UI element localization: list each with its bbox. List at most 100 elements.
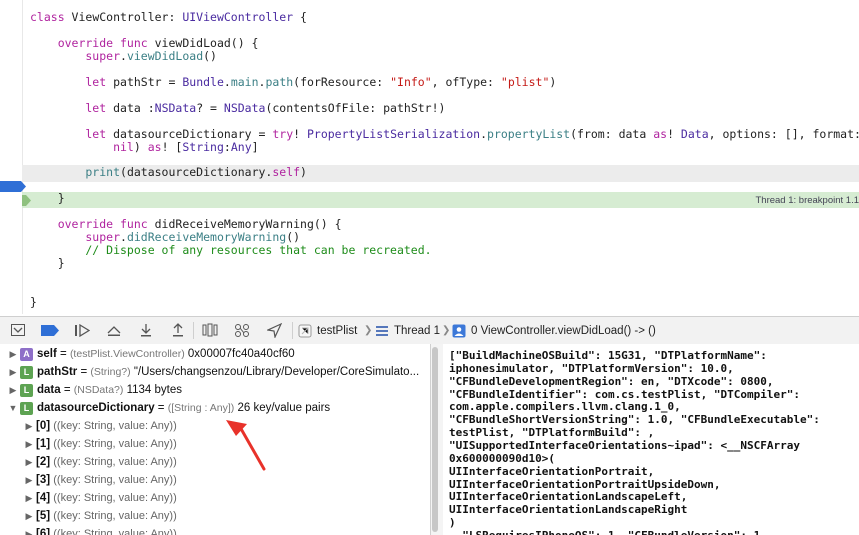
variable-kind-badge-icon: A bbox=[20, 347, 33, 361]
code-token: ) bbox=[549, 74, 557, 89]
console-line: ) bbox=[449, 516, 456, 530]
code-editor[interactable]: Thread 1: breakpoint 1.1 class ViewContr… bbox=[0, 0, 859, 314]
code-token: path bbox=[265, 74, 294, 89]
variable-type: (testPlist.ViewController) bbox=[69, 348, 185, 360]
disclosure-triangle-icon[interactable]: ▶ bbox=[8, 385, 18, 396]
breadcrumb-thread-label: Thread 1 bbox=[394, 324, 441, 337]
disclosure-triangle-icon[interactable]: ▶ bbox=[24, 475, 34, 486]
dictionary-entry-row[interactable]: ▶ [5] ((key: String, value: Any)) bbox=[24, 507, 177, 525]
dictionary-entry-row[interactable]: ▶ [6] ((key: String, value: Any)) bbox=[24, 525, 177, 535]
variable-row[interactable]: ▼ LdatasourceDictionary = ([String : Any]… bbox=[8, 399, 330, 417]
breakpoint-toggle-icon[interactable] bbox=[40, 321, 60, 339]
variable-type: ([String : Any]) bbox=[167, 402, 235, 414]
code-token: as bbox=[147, 139, 162, 154]
disclosure-triangle-icon[interactable]: ▶ bbox=[24, 529, 34, 535]
toolbar-separator bbox=[292, 322, 293, 339]
code-token: main bbox=[230, 74, 259, 89]
code-line: } bbox=[30, 256, 65, 271]
code-token: . bbox=[120, 48, 127, 63]
dictionary-entry-row[interactable]: ▶ [4] ((key: String, value: Any)) bbox=[24, 489, 177, 507]
dictionary-entry-row[interactable]: ▶ [0] ((key: String, value: Any)) bbox=[24, 417, 177, 435]
code-line: let pathStr = Bundle.main.path(forResour… bbox=[30, 75, 556, 90]
code-token: ViewController: bbox=[64, 10, 183, 24]
variable-equals: = bbox=[77, 366, 91, 378]
step-out-icon[interactable] bbox=[168, 321, 188, 339]
breadcrumb-thread[interactable]: Thread 1 bbox=[375, 322, 440, 339]
dictionary-entry-row[interactable]: ▶ [3] ((key: String, value: Any)) bbox=[24, 471, 177, 489]
code-token: viewDidLoad() { bbox=[147, 35, 259, 50]
code-token: NSData bbox=[154, 100, 197, 115]
variables-view[interactable]: ▶ Aself = (testPlist.ViewController) 0x00… bbox=[0, 344, 430, 535]
entry-index: [4] bbox=[36, 492, 51, 504]
console-line: "CFBundleDevelopmentRegion": en, "DTXcod… bbox=[449, 374, 774, 388]
variable-type: (NSData?) bbox=[73, 384, 124, 396]
view-hierarchy-icon[interactable] bbox=[200, 321, 220, 339]
dictionary-entry-row[interactable]: ▶ [1] ((key: String, value: Any)) bbox=[24, 435, 177, 453]
disclosure-triangle-icon[interactable]: ▶ bbox=[24, 493, 34, 504]
console-line: UIInterfaceOrientationLandscapeLeft, bbox=[449, 490, 688, 504]
code-token: try bbox=[272, 126, 294, 141]
variable-row[interactable]: ▶ LpathStr = (String?) "/Users/changsenzo… bbox=[8, 363, 419, 381]
console-line: "UISupportedInterfaceOrientations~ipad":… bbox=[449, 438, 800, 452]
code-token: super bbox=[30, 230, 121, 245]
console-output[interactable]: ["BuildMachineOSBuild": 15G31, "DTPlatfo… bbox=[443, 344, 859, 535]
breadcrumb-app[interactable]: testPlist bbox=[298, 322, 357, 339]
code-token: class bbox=[30, 10, 65, 24]
code-token: // Dispose of any resources that can be … bbox=[30, 243, 432, 258]
variable-row[interactable]: ▶ Ldata = (NSData?) 1134 bytes bbox=[8, 381, 182, 399]
code-token: viewDidLoad bbox=[126, 48, 204, 63]
code-token: (datasourceDictionary. bbox=[120, 165, 273, 180]
entry-type: ((key: String, value: Any)) bbox=[53, 456, 177, 468]
code-token: pathStr = bbox=[106, 74, 183, 89]
dictionary-entry-row[interactable]: ▶ [2] ((key: String, value: Any)) bbox=[24, 453, 177, 471]
code-token: { bbox=[293, 10, 307, 24]
console-toggle-icon[interactable] bbox=[8, 321, 28, 339]
code-token: let bbox=[30, 74, 107, 89]
breadcrumb-frame[interactable]: 0 ViewController.viewDidLoad() -> () bbox=[452, 322, 656, 339]
code-token: override func bbox=[30, 35, 148, 50]
disclosure-triangle-icon[interactable]: ▶ bbox=[8, 367, 18, 378]
disclosure-triangle-icon[interactable]: ▶ bbox=[24, 511, 34, 522]
code-token: "Info" bbox=[390, 74, 432, 89]
disclosure-triangle-icon[interactable]: ▶ bbox=[24, 421, 34, 432]
code-token: UIViewController bbox=[182, 10, 294, 24]
code-line: // Dispose of any resources that can be … bbox=[30, 243, 432, 258]
entry-index: [1] bbox=[36, 438, 51, 450]
code-token: : bbox=[223, 139, 231, 154]
variable-name: data bbox=[37, 384, 61, 396]
step-into-icon[interactable] bbox=[136, 321, 156, 339]
variable-row[interactable]: ▶ Aself = (testPlist.ViewController) 0x00… bbox=[8, 345, 295, 363]
entry-type: ((key: String, value: Any)) bbox=[53, 528, 177, 535]
disclosure-triangle-icon[interactable]: ▶ bbox=[8, 349, 18, 360]
code-token: didReceiveMemoryWarning bbox=[126, 230, 287, 245]
variable-equals: = bbox=[154, 402, 168, 414]
code-token: ! bbox=[293, 126, 307, 141]
breakpoint-marker-icon[interactable] bbox=[0, 181, 26, 192]
variable-type: (String?) bbox=[90, 366, 131, 378]
console-line: UIInterfaceOrientationLandscapeRight bbox=[449, 503, 688, 517]
code-token: didReceiveMemoryWarning() { bbox=[147, 217, 342, 232]
step-over-icon[interactable] bbox=[104, 321, 124, 339]
entry-index: [2] bbox=[36, 456, 51, 468]
code-line: super.viewDidLoad() bbox=[30, 49, 217, 64]
variables-scrollbar[interactable] bbox=[432, 347, 438, 532]
debug-line-highlight bbox=[22, 192, 859, 208]
code-token: } bbox=[30, 294, 37, 309]
code-token: . bbox=[120, 230, 127, 245]
disclosure-triangle-icon[interactable]: ▶ bbox=[24, 457, 34, 468]
disclosure-triangle-icon[interactable]: ▼ bbox=[8, 403, 18, 413]
variable-kind-badge-icon: L bbox=[20, 401, 33, 415]
memory-graph-icon[interactable] bbox=[232, 321, 252, 339]
thread-icon bbox=[376, 325, 388, 336]
code-token: let bbox=[30, 126, 107, 141]
code-token: super bbox=[30, 48, 121, 63]
continue-icon[interactable] bbox=[72, 321, 92, 339]
code-token: } bbox=[30, 191, 65, 206]
location-icon[interactable] bbox=[264, 321, 284, 339]
code-token: (contentsOfFile: pathStr!) bbox=[265, 100, 446, 115]
code-token: let bbox=[30, 100, 107, 115]
console-line: , "LSRequiresIPhoneOS": 1, "CFBundleVers… bbox=[449, 529, 767, 535]
code-token: ) bbox=[133, 139, 148, 154]
breadcrumb-app-label: testPlist bbox=[317, 324, 358, 337]
disclosure-triangle-icon[interactable]: ▶ bbox=[24, 439, 34, 450]
